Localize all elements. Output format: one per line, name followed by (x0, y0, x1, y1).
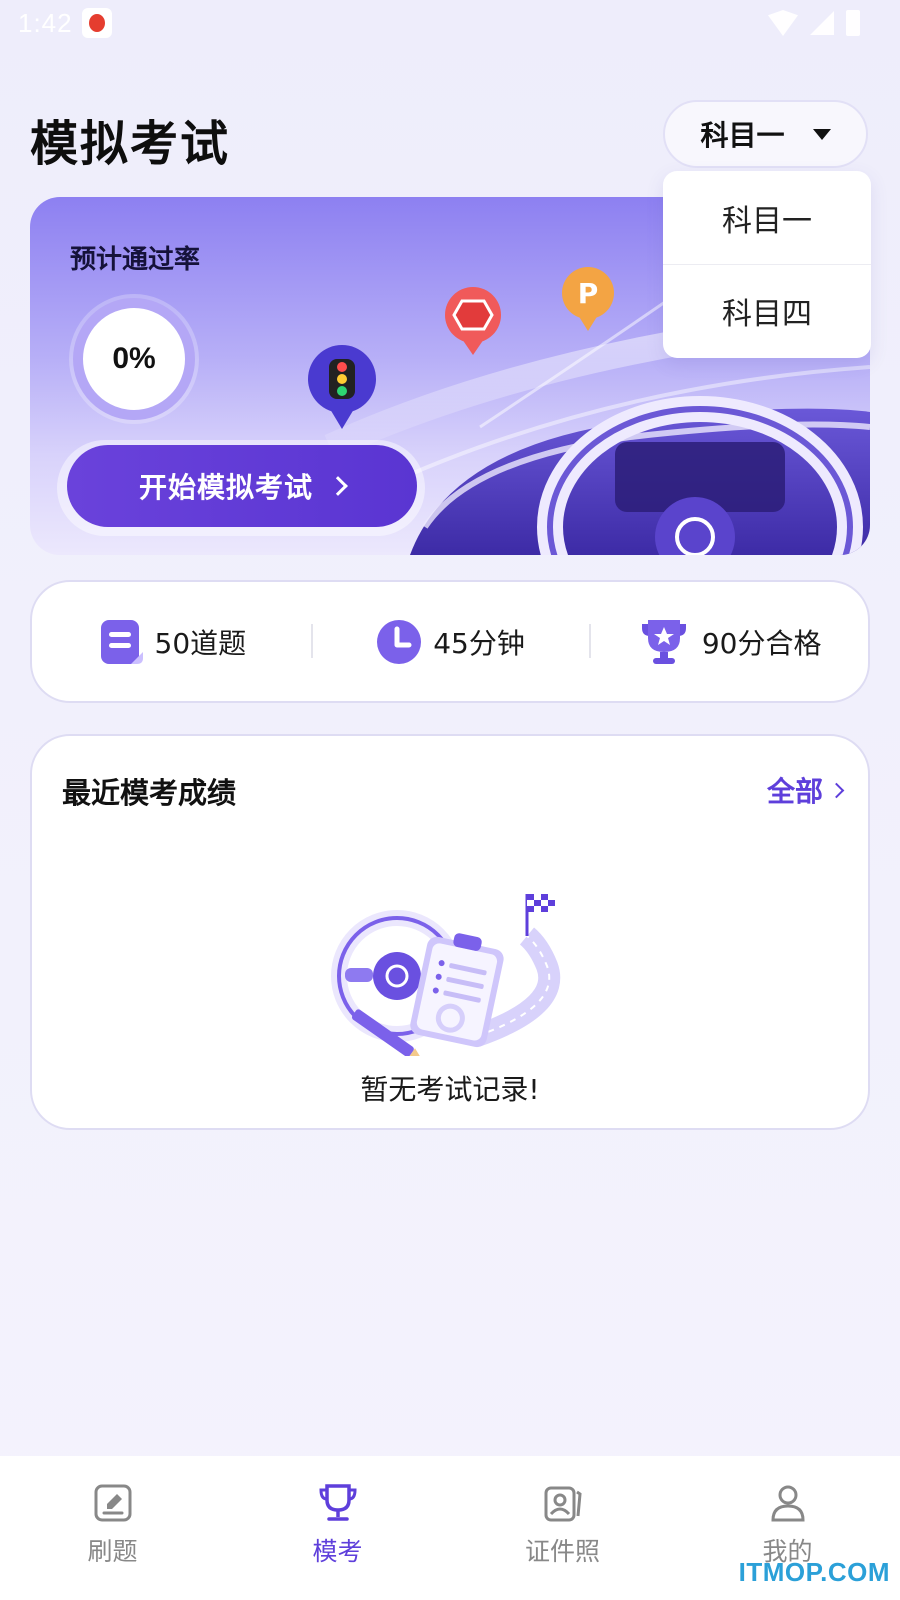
user-icon (770, 1485, 805, 1522)
view-all-label: 全部 (766, 775, 823, 808)
trophy-icon (641, 619, 686, 664)
recent-records-card: 最近模考成绩 全部 暂无考试记录! (30, 734, 870, 1130)
exam-info-card: 50道题 45分钟 90分合格 (30, 580, 870, 703)
status-icons (768, 10, 860, 36)
chevron-right-icon (828, 782, 845, 798)
watermark-text: ITMOP.COM (738, 1557, 890, 1587)
view-all-link[interactable]: 全部 (766, 770, 845, 810)
pass-score-text: 90分合格 (701, 626, 822, 660)
chevron-right-icon (328, 476, 348, 496)
traffic-light-marker (308, 345, 376, 429)
nav-item-id-photo[interactable]: 证件照 (450, 1456, 675, 1600)
info-pass-score: 90分合格 (589, 618, 868, 666)
pass-rate-ring: 0% (73, 298, 195, 420)
id-photo-icon (544, 1486, 582, 1522)
nav-label-mock-exam: 模考 (312, 1537, 363, 1566)
pass-rate-value: 0% (112, 342, 156, 375)
caret-down-icon (812, 128, 831, 140)
dropdown-option-subject-1[interactable]: 科目一 (663, 171, 871, 264)
battery-icon (846, 10, 860, 36)
trophy-icon (318, 1484, 357, 1521)
nav-label-practice: 刷题 (87, 1537, 138, 1566)
info-question-count: 50道题 (32, 618, 311, 666)
svg-text:P: P (578, 277, 599, 310)
wifi-icon (768, 10, 798, 36)
page-title: 模拟考试 (30, 116, 231, 172)
cellular-icon (810, 11, 834, 35)
subject-dropdown-menu: 科目一 科目四 (663, 171, 871, 358)
edit-icon (94, 1484, 131, 1522)
start-mock-exam-button[interactable]: 开始模拟考试 (67, 445, 417, 527)
nav-label-id-photo: 证件照 (524, 1537, 600, 1566)
status-time: 1:42 (18, 8, 73, 38)
clock-icon (377, 619, 422, 664)
pass-rate-label: 预计通过率 (70, 245, 201, 275)
nav-item-mock-exam[interactable]: 模考 (225, 1456, 450, 1600)
stop-sign-marker (445, 287, 501, 355)
recent-records-title: 最近模考成绩 (62, 776, 237, 810)
subject-select[interactable]: 科目一 (663, 100, 868, 168)
app-notification-icon (82, 8, 112, 38)
bottom-nav: 刷题 模考 证件照 我的 ITMOP.COM (0, 1456, 900, 1600)
question-count-text: 50道题 (154, 626, 247, 660)
nav-item-practice[interactable]: 刷题 (0, 1456, 225, 1600)
status-bar: 1:42 (0, 0, 900, 48)
empty-records-text: 暂无考试记录! (360, 1073, 540, 1106)
dropdown-option-subject-4[interactable]: 科目四 (663, 264, 871, 357)
empty-state-illustration (331, 894, 561, 1056)
question-list-icon (100, 619, 143, 664)
start-button-label: 开始模拟考试 (138, 471, 313, 504)
parking-marker: P (562, 267, 614, 331)
info-duration: 45分钟 (310, 618, 590, 666)
duration-text: 45分钟 (433, 626, 525, 660)
subject-select-label: 科目一 (700, 119, 785, 152)
